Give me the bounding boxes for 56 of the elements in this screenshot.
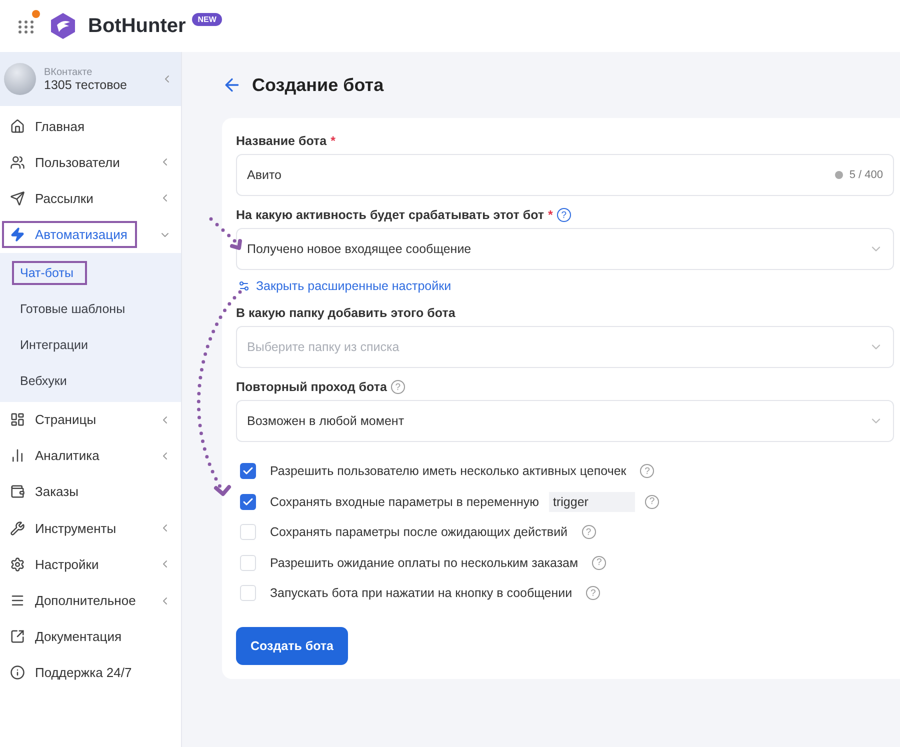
nav-icon: [10, 154, 25, 170]
new-badge: NEW: [192, 12, 222, 26]
nav-icon: [10, 227, 25, 242]
create-bot-button[interactable]: Создать бота: [236, 626, 348, 664]
required-mark: *: [330, 134, 336, 148]
nav-item[interactable]: Пользователи: [0, 144, 181, 180]
page-title: Создание бота: [252, 74, 384, 96]
network-label: ВКонтакте: [44, 66, 94, 78]
field-label: Название бота *: [236, 133, 336, 150]
nav-item[interactable]: Заказы: [0, 474, 181, 510]
checkbox[interactable]: [240, 494, 256, 510]
avatar: [4, 63, 36, 95]
nav-item[interactable]: Аналитика: [0, 438, 181, 474]
nav-item[interactable]: Поддержка 24/7: [0, 654, 181, 691]
nav-icon: [10, 412, 25, 428]
nav-item[interactable]: Страницы: [0, 402, 181, 438]
nav-icon: [10, 556, 25, 572]
nav-icon: [10, 484, 25, 500]
nav-item[interactable]: Рассылки: [0, 180, 181, 217]
logo-icon: [50, 12, 76, 40]
nav-icon: [10, 190, 25, 206]
option-label: Разрешить пользователю иметь несколько активных цепочек: [270, 464, 626, 478]
nav-icon: [10, 665, 25, 680]
nav-item[interactable]: Дополнительное: [0, 582, 181, 619]
nav-icon: [10, 520, 25, 536]
nav-item[interactable]: Настройки: [0, 546, 181, 582]
advanced-settings-link[interactable]: Закрыть расширенные настройки: [238, 276, 894, 296]
nav-icon: [10, 593, 25, 608]
nav-item[interactable]: Инструменты: [0, 510, 181, 546]
submenu-item[interactable]: Чат-боты: [0, 254, 181, 291]
option-label: Разрешить ожидание оплаты по нескольким заказам: [270, 556, 578, 570]
submenu-item[interactable]: Интеграции: [0, 327, 181, 364]
name-input[interactable]: Авито 5 / 400: [236, 154, 894, 196]
help-icon[interactable]: ?: [556, 208, 571, 222]
option-label: Запускать бота при нажатии на кнопку в сообщении: [270, 586, 572, 600]
field-label: В какую папку добавить этого бота: [236, 305, 456, 322]
checkbox[interactable]: [240, 463, 256, 480]
logo-text: BotHunter: [88, 14, 186, 38]
char-counter: 5 / 400: [835, 169, 883, 181]
variable-field[interactable]: trigger: [549, 492, 636, 512]
repeat-select[interactable]: Возможен в любой момент: [236, 400, 894, 442]
account-name: 1305 тестовое: [44, 78, 128, 92]
option-label: Сохранять параметры после ожидающих действий: [270, 525, 568, 540]
submenu-item[interactable]: Готовые шаблоны: [0, 290, 181, 328]
submenu-item[interactable]: Вебхуки: [0, 363, 181, 400]
field-label: На какую активность будет срабатывать этот бот * ?: [236, 206, 894, 224]
nav-icon: [10, 118, 25, 134]
nav-icon: [10, 629, 25, 644]
check-icon: [242, 496, 254, 508]
option-label: Сохранять входные параметры в переменную: [270, 494, 540, 509]
nav-item[interactable]: Документация: [0, 618, 181, 655]
trigger-select[interactable]: Получено новое входящее сообщение: [236, 228, 894, 270]
nav-icon: [10, 448, 25, 464]
nav-item[interactable]: Главная: [0, 108, 181, 144]
field-label: Повторный проход бота ?: [236, 378, 894, 396]
required-mark: *: [548, 208, 553, 222]
